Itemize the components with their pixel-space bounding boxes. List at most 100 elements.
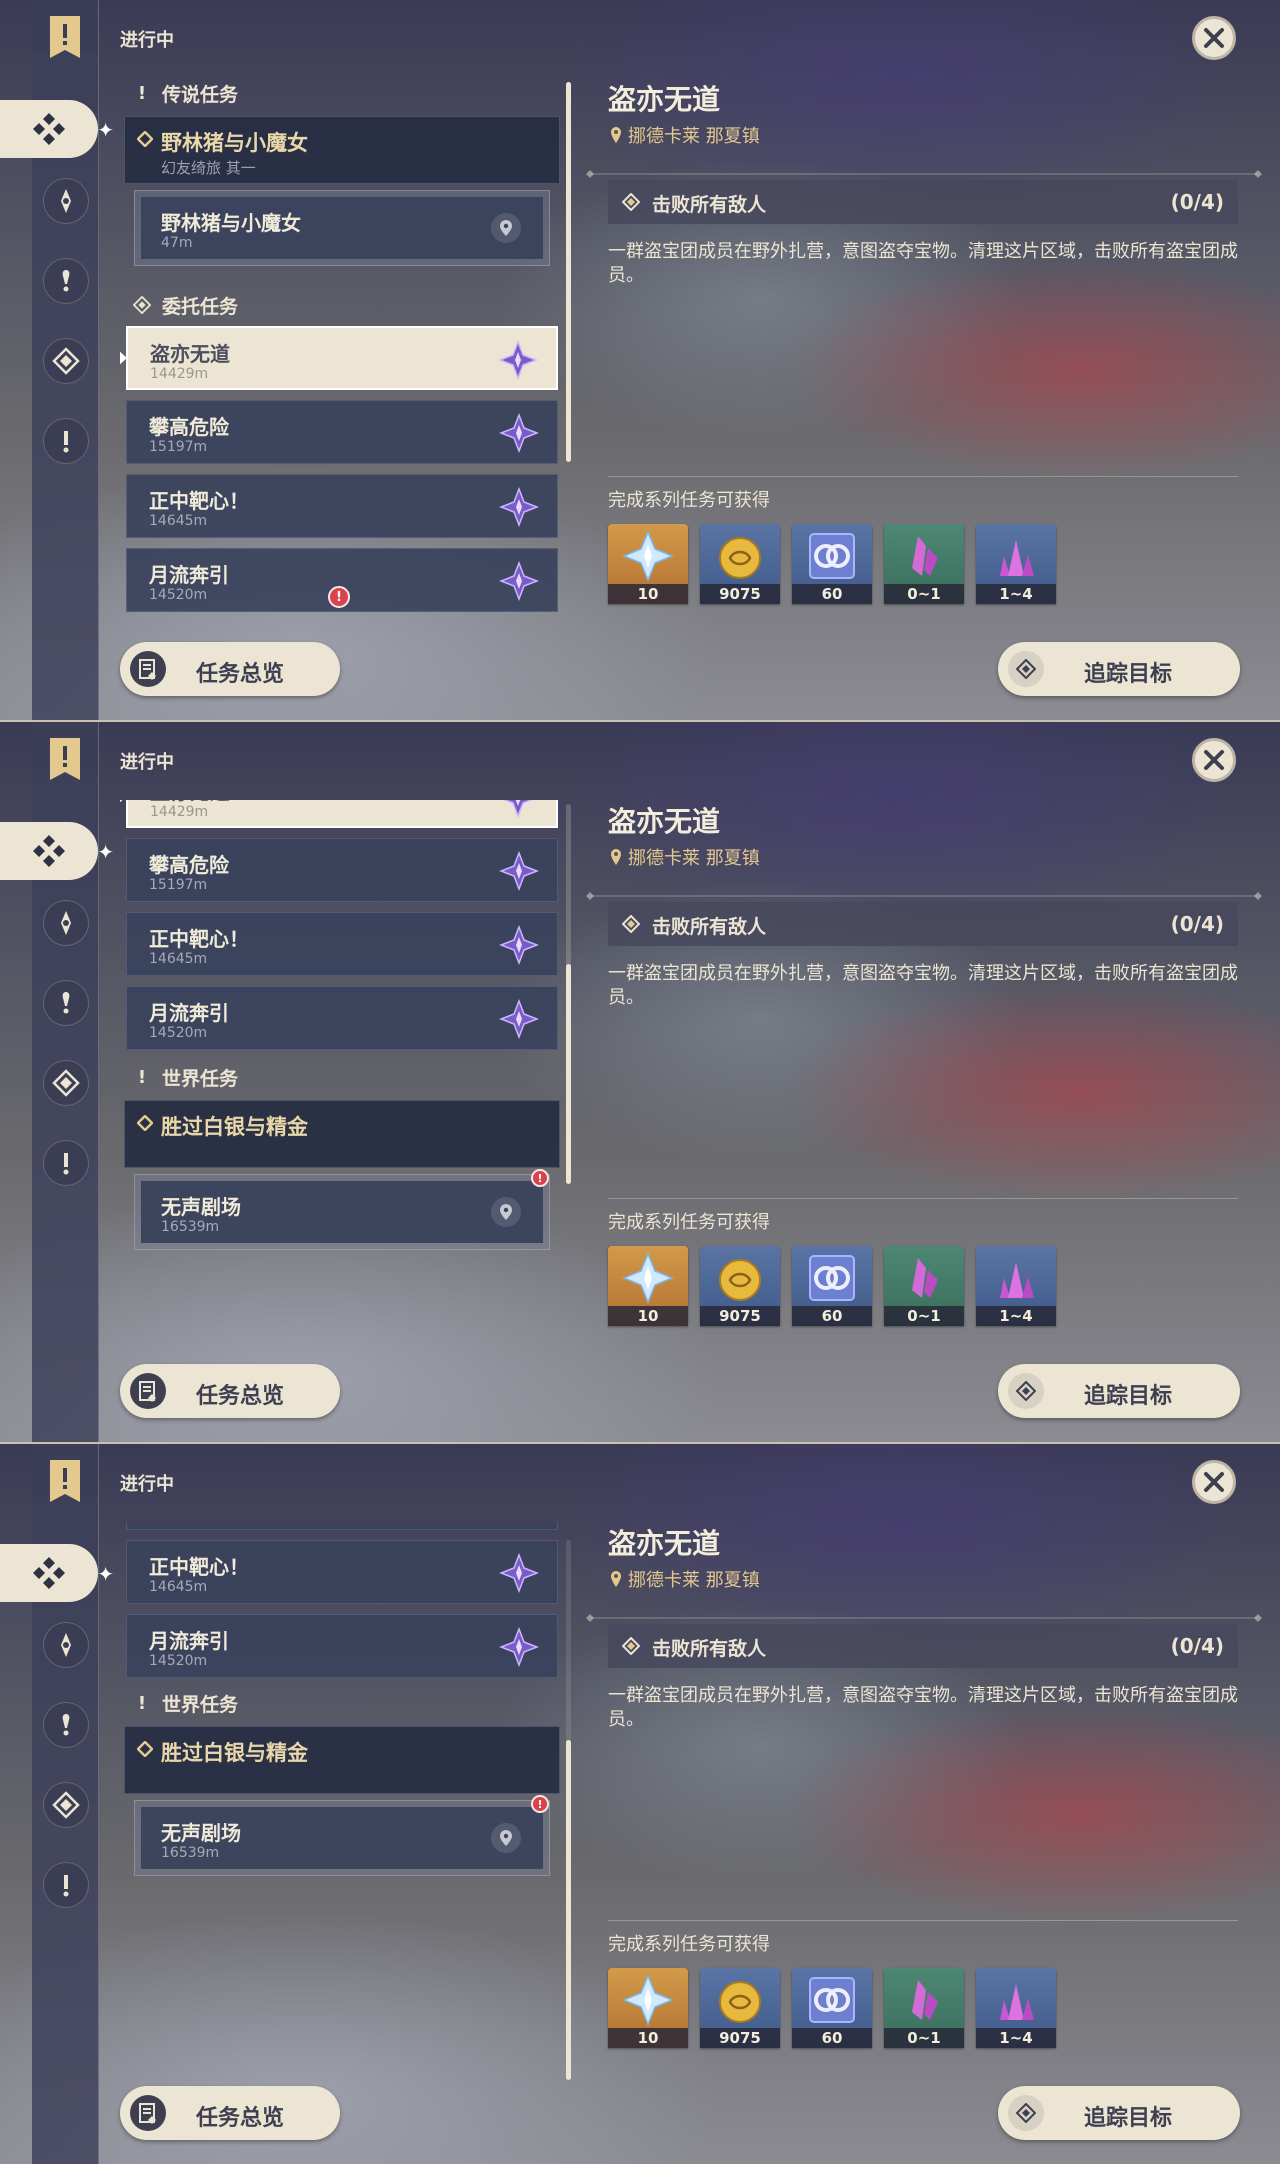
scroll-thumb[interactable] <box>566 1740 571 2080</box>
exclamation-quest-icon[interactable] <box>43 980 89 1026</box>
reward-fate[interactable]: 60 <box>792 524 872 604</box>
bookmark-icon[interactable] <box>46 736 84 782</box>
quest-list-scrollbar[interactable] <box>566 82 571 462</box>
exclamation-quest-icon[interactable] <box>43 1702 89 1748</box>
world-quest-child[interactable]: 无声剧场 16539m ! <box>134 1795 550 1876</box>
world-quest-parent[interactable]: 胜过白银与精金 <box>124 1100 560 1168</box>
reward-primogem[interactable]: 10 <box>608 1246 688 1326</box>
objective-diamond-icon <box>622 1637 640 1655</box>
commission-quest[interactable]: 月流奔引 14520m <box>126 1614 558 1678</box>
quest-title: 盗亦无道 <box>608 1527 721 1560</box>
commission-quest[interactable]: 攀高危险 15197m <box>126 838 558 902</box>
close-button[interactable] <box>1192 16 1236 60</box>
crystal-icon <box>912 1258 938 1298</box>
quest-book-icon <box>130 1373 166 1409</box>
quest-screen-2: ✦ 进行中 盗亦无道 14429m 攀高危险 15197m 正中靶心！ 1464… <box>0 720 1280 1442</box>
reward-primogem[interactable]: 10 <box>608 524 688 604</box>
close-button[interactable] <box>1192 738 1236 782</box>
commission-icon[interactable] <box>43 1782 89 1828</box>
four-diamond-icon <box>33 1557 65 1589</box>
archon-quest-icon[interactable] <box>43 1622 89 1668</box>
scroll-thumb[interactable] <box>566 964 571 1184</box>
reward-primogem[interactable]: 10 <box>608 1968 688 2048</box>
quest-book-icon <box>130 651 166 687</box>
all-quests-tab[interactable]: ✦ <box>0 1544 114 1602</box>
map-pin-icon[interactable] <box>491 213 521 243</box>
section-world: ! 世界任务 <box>132 1062 238 1092</box>
exclamation-quest-icon[interactable] <box>43 258 89 304</box>
map-pin-icon[interactable] <box>491 1197 521 1227</box>
commission-quest[interactable]: 正中靶心！ 14645m <box>126 1540 558 1604</box>
quest-book-icon <box>130 2095 166 2131</box>
objective-row: 击败所有敌人 (0/4) <box>608 1624 1238 1668</box>
commission-quest[interactable]: 15197m <box>126 1522 558 1530</box>
commission-icon[interactable] <box>43 1060 89 1106</box>
commission-quest[interactable]: 正中靶心！ 14645m <box>126 912 558 976</box>
track-target-button[interactable]: 追踪目标 <box>998 1364 1240 1418</box>
quest-overview-button[interactable]: 任务总览 <box>120 642 340 696</box>
reward-crystal-cluster[interactable]: 1~4 <box>976 524 1056 604</box>
reward-mora[interactable]: 9075 <box>700 524 780 604</box>
close-button[interactable] <box>1192 1460 1236 1504</box>
reward-crystal[interactable]: 0~1 <box>884 1246 964 1326</box>
sparkle-icon: ✦ <box>97 840 114 864</box>
world-quest-parent[interactable]: 胜过白银与精金 <box>124 1726 560 1794</box>
bookmark-icon[interactable] <box>46 14 84 60</box>
ornament-divider <box>586 170 1262 178</box>
commission-quest-selected[interactable]: 盗亦无道 14429m <box>120 800 558 828</box>
quest-location: 挪德卡莱 那夏镇 <box>610 122 760 148</box>
in-progress-label: 进行中 <box>120 1474 174 1495</box>
track-target-button[interactable]: 追踪目标 <box>998 642 1240 696</box>
quest-title: 盗亦无道 <box>608 805 721 838</box>
primogem-icon <box>622 1252 674 1304</box>
mora-icon <box>719 1259 761 1301</box>
legend-quest-child[interactable]: 野林猪与小魔女 47m <box>134 190 550 266</box>
exclamation-icon: ! <box>137 1066 147 1088</box>
commission-quest[interactable]: 攀高危险 15197m <box>126 400 558 464</box>
reward-crystal[interactable]: 0~1 <box>884 524 964 604</box>
reward-mora[interactable]: 9075 <box>700 1968 780 2048</box>
bookmark-icon[interactable] <box>46 1458 84 1504</box>
reward-mora[interactable]: 9075 <box>700 1246 780 1326</box>
rewards-label: 完成系列任务可获得 <box>608 490 770 511</box>
quest-list-scrollbar[interactable] <box>566 1540 571 2080</box>
quest-list[interactable]: 15197m 正中靶心！ 14645m 月流奔引 14520m ! 世界任务 胜… <box>120 1522 560 2062</box>
reward-fate[interactable]: 60 <box>792 1968 872 2048</box>
world-quest-icon[interactable] <box>43 1140 89 1186</box>
track-target-button[interactable]: 追踪目标 <box>998 2086 1240 2140</box>
primogem-icon <box>622 1974 674 2026</box>
quest-list-scrollbar[interactable] <box>566 804 571 1184</box>
location-pin-icon <box>611 1571 621 1587</box>
objective-row: 击败所有敌人 (0/4) <box>608 180 1238 224</box>
quest-overview-button[interactable]: 任务总览 <box>120 1364 340 1418</box>
commission-quest[interactable]: 月流奔引 14520m <box>126 986 558 1050</box>
mora-icon <box>719 537 761 579</box>
commission-icon[interactable] <box>43 338 89 384</box>
commission-quest-selected[interactable]: 盗亦无道 14429m <box>120 326 558 390</box>
objective-diamond-icon <box>622 193 640 211</box>
reward-fate[interactable]: 60 <box>792 1246 872 1326</box>
reward-crystal[interactable]: 0~1 <box>884 1968 964 2048</box>
archon-quest-icon[interactable] <box>43 900 89 946</box>
all-quests-tab[interactable]: ✦ <box>0 822 114 880</box>
reward-crystal-cluster[interactable]: 1~4 <box>976 1968 1056 2048</box>
crystal-cluster-icon <box>1000 1984 1034 2020</box>
selected-arrow-icon <box>120 800 127 804</box>
archon-quest-icon[interactable] <box>43 178 89 224</box>
map-pin-icon[interactable] <box>491 1823 521 1853</box>
scroll-thumb[interactable] <box>566 82 571 462</box>
legend-quest-parent[interactable]: 野林猪与小魔女 幻友绮旅 其一 <box>124 116 560 184</box>
track-diamond-icon <box>1008 1373 1044 1409</box>
world-quest-icon[interactable] <box>43 1862 89 1908</box>
world-quest-icon[interactable] <box>43 418 89 464</box>
all-quests-tab[interactable]: ✦ <box>0 100 114 158</box>
commission-star-icon <box>499 487 539 527</box>
commission-quest[interactable]: 正中靶心！ 14645m <box>126 474 558 538</box>
quest-list[interactable]: 盗亦无道 14429m 攀高危险 15197m 正中靶心！ 14645m 月流奔… <box>120 800 560 1340</box>
selected-arrow-icon <box>120 350 127 366</box>
quest-screen-1: ✦ 进行中 ! 传说任务 野林猪与小魔女 幻友绮旅 其一 野林猪与小魔女 47m… <box>0 0 1280 720</box>
world-quest-child[interactable]: 无声剧场 16539m ! <box>134 1169 550 1250</box>
quest-list[interactable]: ! 传说任务 野林猪与小魔女 幻友绮旅 其一 野林猪与小魔女 47m 委托任务 … <box>120 78 560 618</box>
reward-crystal-cluster[interactable]: 1~4 <box>976 1246 1056 1326</box>
quest-overview-button[interactable]: 任务总览 <box>120 2086 340 2140</box>
